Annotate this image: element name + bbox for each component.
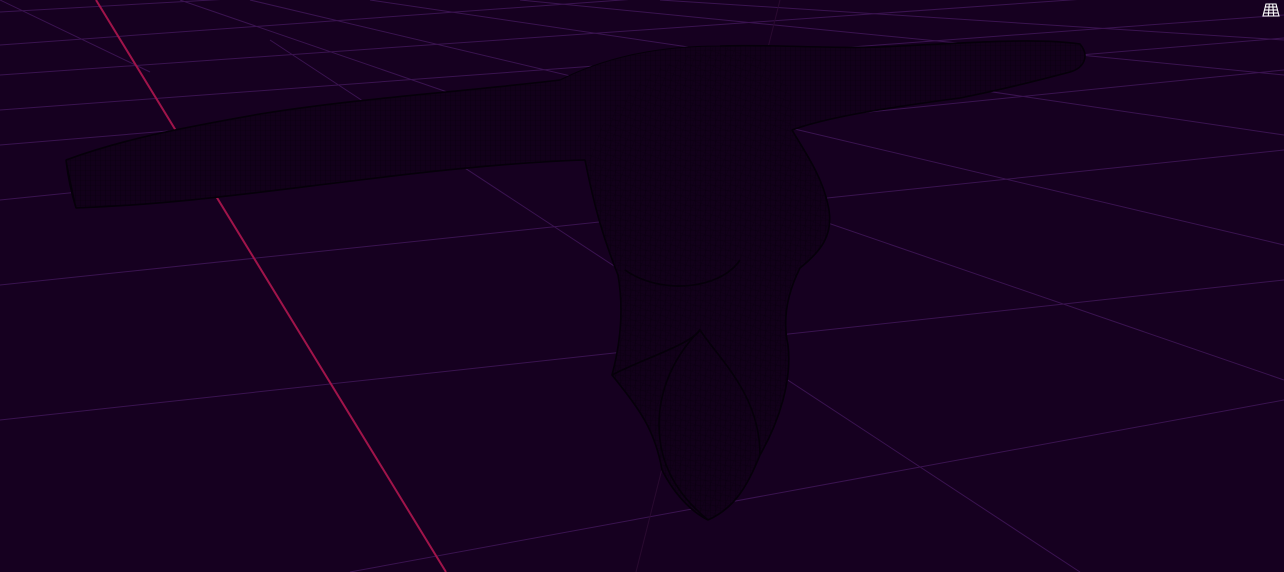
scene-canvas[interactable]	[0, 0, 1284, 572]
wireframe-toggle-button[interactable]	[1262, 2, 1280, 18]
wireframe-grid-icon	[1262, 3, 1280, 17]
3d-viewport[interactable]	[0, 0, 1284, 572]
